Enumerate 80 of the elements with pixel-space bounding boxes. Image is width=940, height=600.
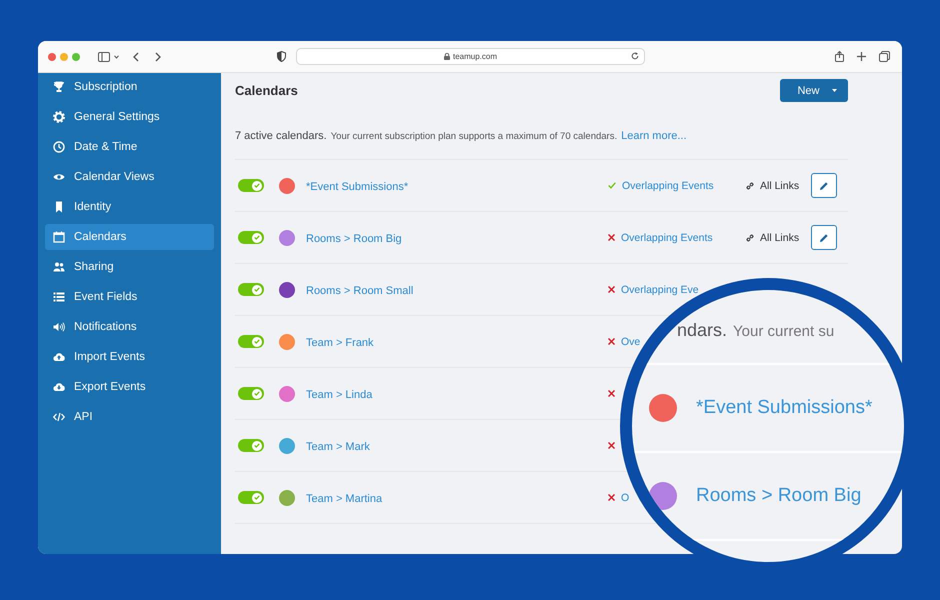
sidebar-item[interactable]: Event Fields: [45, 284, 214, 310]
new-button[interactable]: New: [780, 79, 848, 102]
plus-icon[interactable]: [857, 52, 866, 61]
shield-icon: [277, 51, 286, 62]
code-icon: [53, 411, 65, 423]
pencil-icon: [819, 180, 829, 190]
window-control-dot[interactable]: [60, 52, 68, 60]
calendar-name-link[interactable]: Team > Martina: [306, 492, 382, 504]
calendar-name-link[interactable]: Team > Frank: [306, 336, 374, 348]
check-icon: [254, 443, 260, 448]
sidebar-item[interactable]: Export Events: [45, 374, 214, 400]
share-icon[interactable]: [835, 51, 844, 62]
check-icon: [254, 391, 260, 396]
back-icon[interactable]: [133, 52, 139, 62]
overlap-setting-link[interactable]: Overlapping Events: [621, 232, 713, 244]
link-icon: [745, 232, 755, 242]
calendar-icon: [53, 231, 65, 243]
check-icon: [254, 183, 260, 188]
speaker-icon: [53, 321, 65, 333]
sidebar-item[interactable]: General Settings: [45, 104, 214, 130]
sidebar-item[interactable]: Identity: [45, 194, 214, 220]
link-icon: [745, 180, 755, 190]
overlap-setting-link[interactable]: O: [621, 492, 630, 504]
list-icon: [53, 291, 65, 303]
toggle-switch[interactable]: [238, 283, 264, 296]
plan-note: Your current subscription plan supports a maximum of 70 calendars.: [330, 131, 618, 142]
window-control-dot[interactable]: [72, 52, 80, 60]
page-title: Calendars: [235, 83, 298, 98]
toggle-switch[interactable]: [238, 335, 264, 348]
trophy-icon: [53, 81, 65, 93]
sidebar-item[interactable]: Subscription: [45, 74, 214, 100]
calendar-name-link[interactable]: *Event Submissions*: [306, 180, 408, 192]
edit-button[interactable]: [811, 173, 837, 198]
sidebar-item[interactable]: API: [45, 404, 214, 430]
gear-icon: [53, 111, 65, 123]
sidebar-toggle-icon[interactable]: [98, 52, 110, 62]
sidebar-item[interactable]: Date & Time: [45, 134, 214, 160]
overlap-setting-link[interactable]: Ove: [621, 336, 640, 348]
overlap-setting-link[interactable]: Overlapping Eve: [621, 284, 699, 296]
toggle-switch[interactable]: [238, 439, 264, 452]
toggle-switch[interactable]: [238, 387, 264, 400]
calendar-name-link[interactable]: Rooms > Room Big: [306, 232, 402, 244]
edit-button[interactable]: [811, 225, 837, 250]
toggle-switch[interactable]: [238, 231, 264, 244]
address-bar[interactable]: teamup.com: [296, 48, 645, 65]
overlap-setting-link[interactable]: Overlapping Events: [622, 180, 714, 192]
bookmark-icon: [53, 201, 65, 213]
learn-more-link[interactable]: Learn more...: [621, 130, 687, 142]
links-label[interactable]: All Links: [760, 232, 800, 244]
sidebar-item[interactable]: Sharing: [45, 254, 214, 280]
calendar-name-link[interactable]: Team > Linda: [306, 388, 372, 400]
check-icon: [254, 495, 260, 500]
cloud-download-icon: [53, 381, 65, 393]
toggle-switch[interactable]: [238, 491, 264, 504]
reload-icon[interactable]: [631, 52, 639, 60]
check-icon: [254, 287, 260, 292]
lock-icon: [444, 53, 450, 60]
cloud-upload-icon: [53, 351, 65, 363]
caret-icon: [832, 89, 836, 92]
sidebar-item[interactable]: Import Events: [45, 344, 214, 370]
check-icon: [254, 339, 260, 344]
sidebar-item[interactable]: Calendar Views: [45, 164, 214, 190]
calendar-name-link[interactable]: Team > Mark: [306, 440, 370, 452]
links-label[interactable]: All Links: [760, 180, 800, 192]
pencil-icon: [819, 232, 829, 242]
url-text: teamup.com: [452, 52, 498, 61]
sidebar-item[interactable]: Notifications: [45, 314, 214, 340]
zoomed-text: ndars.: [677, 320, 728, 341]
people-icon: [53, 261, 65, 273]
calendar-count: 7 active calendars.: [235, 130, 327, 142]
zoomed-text: Your current su: [733, 323, 834, 340]
tabs-icon[interactable]: [879, 51, 890, 62]
calendar-name-link[interactable]: Rooms > Room Small: [306, 284, 414, 296]
check-icon: [254, 235, 260, 240]
clock-icon: [53, 141, 65, 153]
toggle-switch[interactable]: [238, 179, 264, 192]
chevron-down-icon: [114, 54, 119, 58]
window-control-dot[interactable]: [48, 52, 56, 60]
sidebar-item[interactable]: Calendars: [45, 224, 214, 250]
forward-icon[interactable]: [155, 52, 161, 62]
